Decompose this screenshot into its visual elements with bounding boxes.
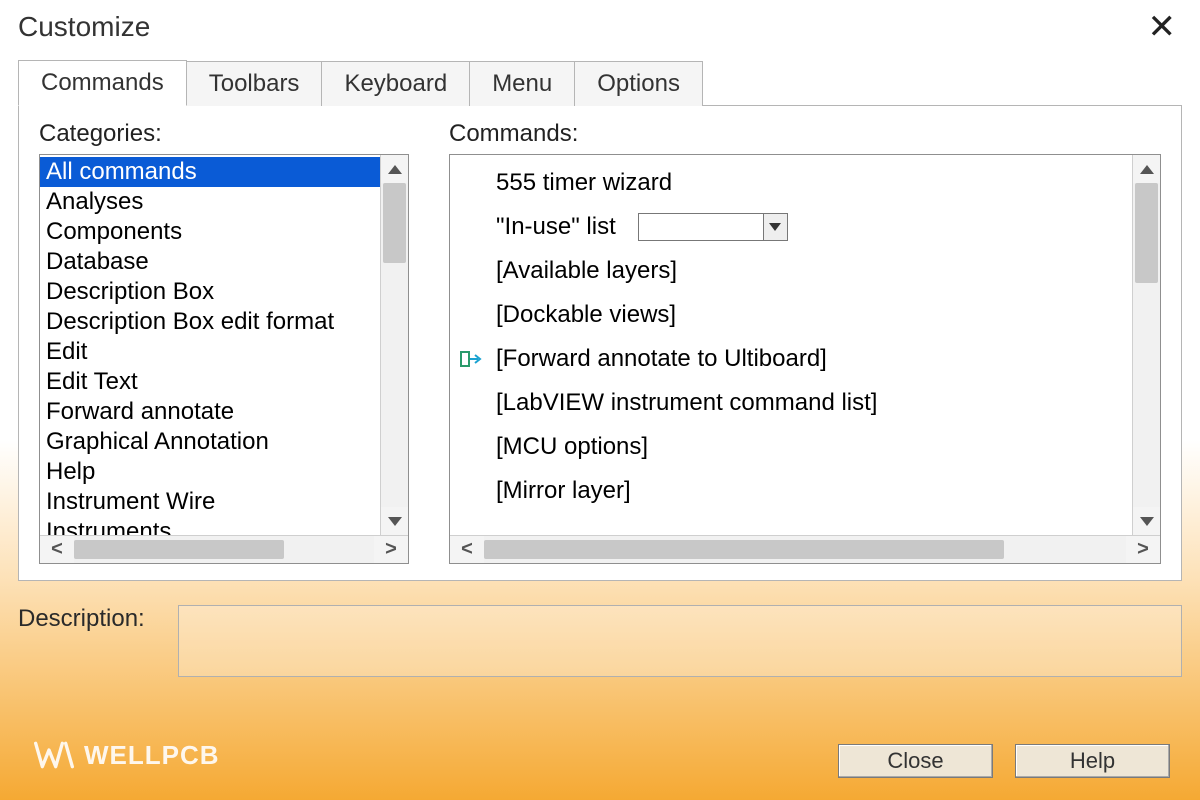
command-label: [Dockable views] — [496, 293, 676, 337]
command-label: [Mirror layer] — [496, 469, 631, 513]
categories-hscroll[interactable]: < > — [40, 535, 408, 563]
commands-listbox[interactable]: 555 timer wizard "In-use" list — [449, 154, 1161, 564]
list-item[interactable]: [Dockable views] — [450, 293, 1132, 337]
tab-menu[interactable]: Menu — [469, 61, 575, 106]
list-item[interactable]: [MCU options] — [450, 425, 1132, 469]
scroll-track[interactable] — [1133, 183, 1160, 507]
list-item[interactable]: Analyses — [40, 187, 380, 217]
icon-slot — [458, 477, 486, 505]
scroll-right-button[interactable]: > — [374, 536, 408, 563]
list-item[interactable]: [Available layers] — [450, 249, 1132, 293]
scroll-down-button[interactable] — [381, 507, 408, 535]
icon-slot — [458, 389, 486, 417]
list-item[interactable]: All commands — [40, 157, 380, 187]
tab-keyboard[interactable]: Keyboard — [321, 61, 470, 106]
close-icon[interactable]: ✕ — [1142, 10, 1183, 44]
categories-label: Categories: — [39, 120, 409, 148]
help-button[interactable]: Help — [1015, 744, 1170, 778]
command-label: [LabVIEW instrument command list] — [496, 381, 877, 425]
watermark: WELLPCB — [34, 738, 220, 772]
command-label: 555 timer wizard — [496, 161, 672, 205]
tab-commands[interactable]: Commands — [18, 60, 187, 106]
close-button[interactable]: Close — [838, 744, 993, 778]
scroll-thumb[interactable] — [484, 540, 1004, 559]
scroll-track[interactable] — [484, 536, 1126, 563]
description-row: Description: — [18, 605, 1182, 677]
tab-toolbars[interactable]: Toolbars — [186, 61, 323, 106]
description-box — [178, 605, 1182, 677]
tab-options[interactable]: Options — [574, 61, 703, 106]
chevron-up-icon — [1140, 165, 1154, 174]
scroll-up-button[interactable] — [381, 155, 408, 183]
titlebar: Customize ✕ — [0, 0, 1200, 62]
icon-slot — [458, 257, 486, 285]
scroll-thumb[interactable] — [383, 183, 406, 263]
commands-label: Commands: — [449, 120, 1161, 148]
list-item[interactable]: Instruments — [40, 517, 380, 535]
watermark-text: WELLPCB — [84, 740, 220, 771]
combo-dropdown-button[interactable] — [763, 214, 787, 240]
list-item[interactable]: [Mirror layer] — [450, 469, 1132, 513]
in-use-combo[interactable] — [638, 213, 788, 241]
scroll-up-button[interactable] — [1133, 155, 1160, 183]
categories-vscroll[interactable] — [380, 155, 408, 535]
chevron-up-icon — [388, 165, 402, 174]
scroll-thumb[interactable] — [1135, 183, 1158, 283]
list-item[interactable]: "In-use" list — [450, 205, 1132, 249]
command-label: [Forward annotate to Ultiboard] — [496, 337, 827, 381]
list-item[interactable]: Components — [40, 217, 380, 247]
list-item[interactable]: Instrument Wire — [40, 487, 380, 517]
list-item[interactable]: Help — [40, 457, 380, 487]
chevron-down-icon — [769, 223, 781, 231]
commands-hscroll[interactable]: < > — [450, 535, 1160, 563]
dialog-buttons: Close Help — [838, 744, 1170, 778]
commands-items: 555 timer wizard "In-use" list — [450, 155, 1132, 535]
scroll-track[interactable] — [381, 183, 408, 507]
list-item[interactable]: 555 timer wizard — [450, 161, 1132, 205]
window-title: Customize — [18, 11, 150, 43]
list-item[interactable]: Description Box — [40, 277, 380, 307]
command-label: [Available layers] — [496, 249, 677, 293]
scroll-right-button[interactable]: > — [1126, 536, 1160, 563]
scroll-track[interactable] — [74, 536, 374, 563]
tab-panel: Categories: All commands Analyses Compon… — [18, 106, 1182, 581]
commands-vscroll[interactable] — [1132, 155, 1160, 535]
scroll-left-button[interactable]: < — [450, 536, 484, 563]
scroll-left-button[interactable]: < — [40, 536, 74, 563]
scroll-thumb[interactable] — [74, 540, 284, 559]
icon-slot — [458, 213, 486, 241]
list-item[interactable]: Description Box edit format — [40, 307, 380, 337]
forward-arrow-icon — [458, 345, 486, 373]
command-label: [MCU options] — [496, 425, 648, 469]
list-item[interactable]: Edit — [40, 337, 380, 367]
list-item[interactable]: [LabVIEW instrument command list] — [450, 381, 1132, 425]
scroll-down-button[interactable] — [1133, 507, 1160, 535]
list-item[interactable]: Graphical Annotation — [40, 427, 380, 457]
icon-slot — [458, 301, 486, 329]
chevron-down-icon — [1140, 517, 1154, 526]
list-item[interactable]: Edit Text — [40, 367, 380, 397]
tab-strip: Commands Toolbars Keyboard Menu Options — [18, 62, 1182, 106]
icon-slot — [458, 433, 486, 461]
description-label: Description: — [18, 605, 178, 633]
chevron-down-icon — [388, 517, 402, 526]
categories-items: All commands Analyses Components Databas… — [40, 155, 380, 535]
categories-listbox[interactable]: All commands Analyses Components Databas… — [39, 154, 409, 564]
list-item[interactable]: Forward annotate — [40, 397, 380, 427]
icon-slot — [458, 169, 486, 197]
list-item[interactable]: Database — [40, 247, 380, 277]
command-label: "In-use" list — [496, 205, 616, 249]
list-item[interactable]: [Forward annotate to Ultiboard] — [450, 337, 1132, 381]
wellpcb-logo-icon — [34, 738, 74, 772]
